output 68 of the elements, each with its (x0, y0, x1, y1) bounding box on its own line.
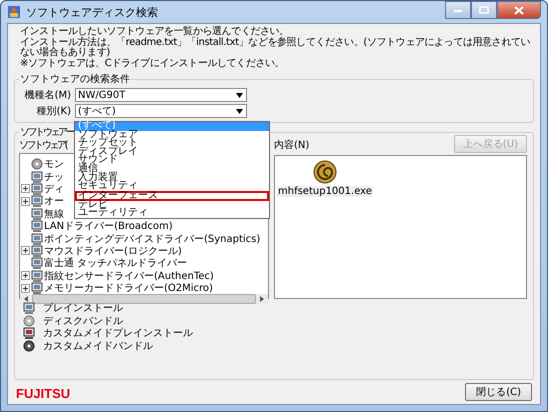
instruction-text: ※ソフトウェアは、Cドライブにインストールしてください。 (20, 58, 286, 69)
tree-item[interactable]: マウスドライバー(ロジクール) (44, 244, 182, 258)
tree-item[interactable]: 無線 (44, 206, 64, 221)
legend-text: ディスクバンドル (43, 314, 123, 328)
computer-icon (31, 232, 43, 245)
close-button[interactable] (497, 1, 541, 19)
computer-icon (23, 327, 35, 340)
horizontal-scrollbar[interactable] (20, 294, 268, 304)
maximize-button[interactable] (471, 1, 497, 19)
dropdown-arrow-icon (236, 92, 243, 98)
dropdown-option[interactable]: ディスプレイ (75, 148, 269, 156)
computer-icon (31, 270, 43, 282)
minimize-icon (453, 7, 463, 13)
dropdown-option[interactable]: 入力装置 (75, 174, 269, 182)
tree-item[interactable]: メモリーカードドライバー(O2Micro) (44, 281, 213, 296)
expand-icon[interactable] (20, 184, 30, 194)
content-label: 内容(N) (274, 139, 310, 153)
instruction-text: インストール方法は、「readme.txt」「install.txt」などを参照してください。(ソフトウェアによっては用意されていない場合もあります) (20, 38, 532, 58)
dropdown-option[interactable]: セキュリティ (75, 182, 269, 191)
tree-item[interactable]: モン (44, 157, 64, 172)
tree-item[interactable]: LANドライバー(Broadcom) (44, 219, 173, 234)
computer-icon (31, 170, 43, 183)
scroll-right-icon[interactable] (260, 296, 264, 302)
tree-item[interactable]: 指紋センサードライバー(AuthenTec) (44, 268, 214, 283)
computer-icon (23, 302, 35, 314)
tree-item[interactable]: オー (44, 194, 64, 208)
field-label: 種別(K) (36, 105, 71, 118)
type-dropdown[interactable]: (すべて) (75, 104, 247, 118)
tree-label: ソフトウェア( (19, 139, 66, 153)
tree-item[interactable]: ディ (44, 182, 64, 196)
computer-icon (31, 244, 43, 257)
close-dialog-button[interactable]: 閉じる(C) (465, 383, 532, 401)
close-icon (514, 6, 524, 14)
field-label: 機種名(M) (24, 88, 71, 102)
window-title: ソフトウェアディスク検索 (26, 4, 158, 20)
brand-logo: FUJITSU (16, 386, 70, 401)
legend-text: カスタムメイドバンドル (43, 340, 153, 353)
expand-icon[interactable] (20, 271, 30, 280)
tree-item[interactable]: 富士通 タッチパネルドライバー (44, 256, 188, 270)
tree-item[interactable]: ポインティングデバイスドライバー(Synaptics) (44, 232, 260, 246)
group-title: ソフトウェアの検索条件 (19, 72, 131, 86)
file-item[interactable]: mhfsetup1001.exe (277, 186, 373, 197)
maximize-icon (479, 6, 489, 14)
dropdown-option[interactable]: ユーティリティ (75, 209, 269, 218)
minimize-button[interactable] (445, 1, 471, 19)
instruction-text: インストールしたいソフトウェアを一覧から選んでください。 (20, 27, 290, 37)
expand-icon[interactable] (20, 284, 30, 293)
model-dropdown[interactable]: NW/G90T (75, 88, 247, 102)
expand-icon[interactable] (20, 196, 30, 206)
installer-icon (312, 160, 337, 184)
computer-icon (31, 220, 43, 232)
computer-icon (31, 208, 43, 220)
expand-icon[interactable] (20, 246, 30, 256)
computer-icon (31, 282, 43, 294)
group-title: ソフトウェアー (19, 126, 74, 139)
computer-icon (31, 195, 43, 208)
disc-icon (23, 314, 35, 327)
legend-text: プレインストール (43, 302, 123, 316)
disc-icon (23, 340, 35, 352)
app-icon (7, 5, 21, 19)
computer-icon (31, 257, 43, 270)
scroll-left-icon[interactable] (24, 296, 28, 302)
computer-icon (31, 182, 43, 195)
dropdown-arrow-icon (236, 108, 243, 114)
dropdown-option[interactable]: サウンド (75, 156, 269, 165)
tree-item[interactable]: チッ (44, 170, 64, 184)
disc-icon (31, 158, 43, 170)
legend-text: カスタムメイドプレインストール (43, 326, 193, 340)
